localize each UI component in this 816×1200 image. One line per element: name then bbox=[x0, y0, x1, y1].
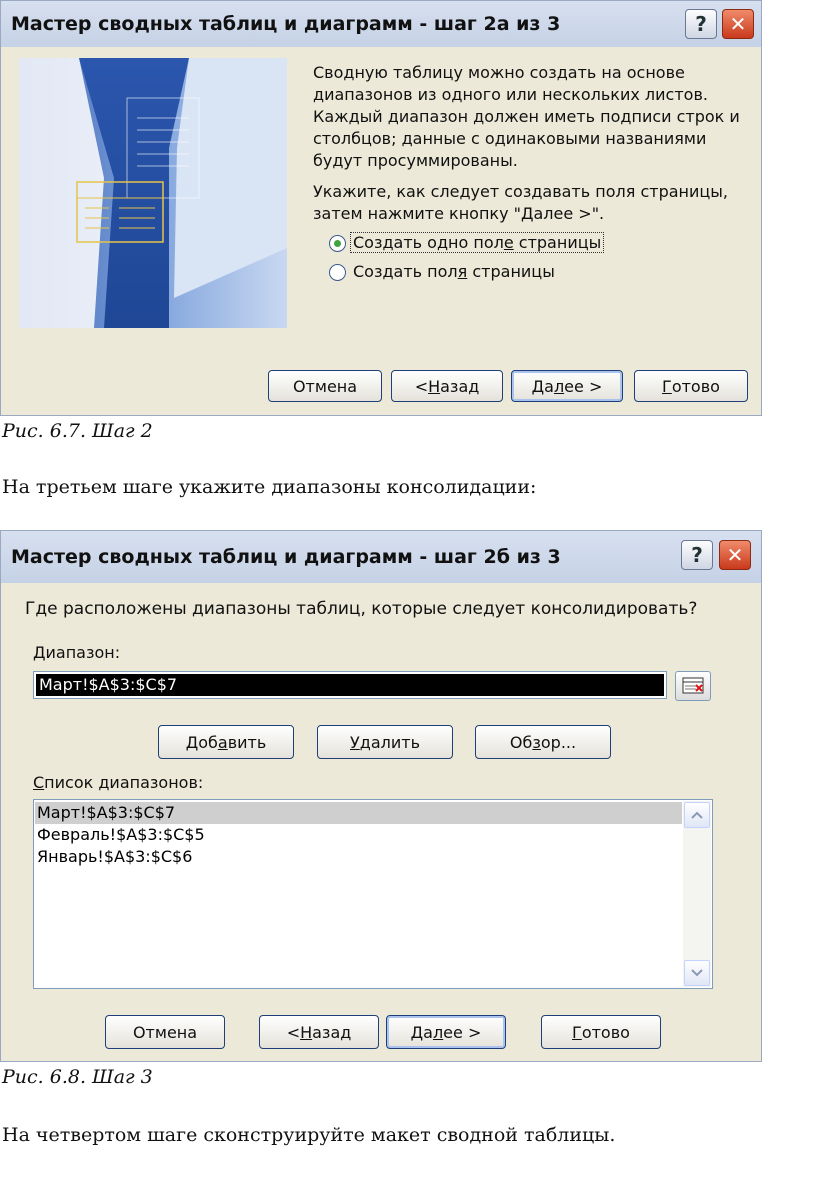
instruction-line: Укажите, как следует создавать поля стра… bbox=[313, 182, 728, 201]
cancel-button[interactable]: Отмена bbox=[268, 370, 382, 402]
description-line: будут просуммированы. bbox=[313, 151, 518, 170]
back-button[interactable]: < Назад bbox=[391, 370, 503, 402]
help-button[interactable]: ? bbox=[681, 540, 713, 570]
add-button[interactable]: Доб а вить bbox=[158, 725, 294, 759]
range-input-value: Март!$A$3:$C$7 bbox=[36, 674, 664, 696]
option-single-page-field-label[interactable]: Создать одно поле страницы bbox=[349, 232, 605, 253]
figure-caption: Рис. 6.7. Шаг 2 bbox=[2, 420, 153, 442]
next-button[interactable]: Да л ее > bbox=[511, 370, 623, 402]
cancel-button[interactable]: Отмена bbox=[105, 1015, 225, 1049]
chevron-down-icon bbox=[691, 969, 703, 977]
description-line: Каждый диапазон должен иметь подписи стр… bbox=[313, 107, 740, 126]
list-item[interactable]: Март!$A$3:$C$7 bbox=[35, 802, 682, 824]
close-icon: ✕ bbox=[726, 543, 744, 567]
dialog-title: Мастер сводных таблиц и диаграмм - шаг 2… bbox=[11, 546, 561, 568]
list-item[interactable]: Январь!$A$3:$C$6 bbox=[35, 846, 682, 868]
body-paragraph: На четвертом шаге сконструируйте макет с… bbox=[2, 1124, 616, 1146]
title-bar: Мастер сводных таблиц и диаграмм - шаг 2… bbox=[1, 1, 761, 47]
range-label: Диапазон: bbox=[33, 643, 121, 662]
close-button[interactable]: ✕ bbox=[722, 9, 754, 39]
range-list-label: Список диапазонов: bbox=[33, 773, 204, 792]
wizard-illustration bbox=[19, 58, 287, 328]
title-bar: Мастер сводных таблиц и диаграмм - шаг 2… bbox=[1, 531, 761, 583]
range-list[interactable]: Март!$A$3:$C$7 Февраль!$A$3:$C$5 Январь!… bbox=[33, 799, 713, 989]
description-line: Сводную таблицу можно создать на основе bbox=[313, 63, 685, 82]
instruction-line: затем нажмите кнопку "Далее >". bbox=[313, 204, 605, 223]
scroll-down-button[interactable] bbox=[684, 960, 710, 986]
list-scrollbar[interactable] bbox=[683, 801, 711, 987]
help-button[interactable]: ? bbox=[685, 9, 717, 39]
radio-selected-dot bbox=[334, 240, 341, 247]
body-paragraph: На третьем шаге укажите диапазоны консол… bbox=[2, 476, 537, 498]
scroll-up-button[interactable] bbox=[684, 802, 710, 828]
back-button[interactable]: < Назад bbox=[259, 1015, 379, 1049]
collapse-dialog-button[interactable] bbox=[675, 671, 711, 701]
help-icon: ? bbox=[695, 12, 707, 36]
question-text: Где расположены диапазоны таблиц, которы… bbox=[25, 599, 698, 619]
help-icon: ? bbox=[691, 543, 703, 567]
radio-multiple-page-fields[interactable] bbox=[329, 264, 346, 281]
dialog-title: Мастер сводных таблиц и диаграмм - шаг 2… bbox=[11, 13, 561, 35]
delete-button[interactable]: Удалить bbox=[317, 725, 453, 759]
option-multiple-page-fields-label[interactable]: Создать поля страницы bbox=[353, 262, 555, 281]
finish-button[interactable]: Готово bbox=[634, 370, 748, 402]
chevron-up-icon bbox=[691, 811, 703, 819]
finish-button[interactable]: Готово bbox=[541, 1015, 661, 1049]
description-line: диапазонов из одного или нескольких лист… bbox=[313, 85, 708, 104]
wizard-step-2b-dialog: Мастер сводных таблиц и диаграмм - шаг 2… bbox=[0, 530, 762, 1062]
list-item[interactable]: Февраль!$A$3:$C$5 bbox=[35, 824, 682, 846]
range-select-icon bbox=[682, 677, 704, 694]
wizard-step-2a-dialog: Мастер сводных таблиц и диаграмм - шаг 2… bbox=[0, 0, 762, 416]
figure-caption: Рис. 6.8. Шаг 3 bbox=[2, 1066, 153, 1088]
close-button[interactable]: ✕ bbox=[719, 540, 751, 570]
radio-single-page-field[interactable] bbox=[329, 235, 346, 252]
range-input[interactable]: Март!$A$3:$C$7 bbox=[33, 671, 667, 699]
close-icon: ✕ bbox=[729, 12, 747, 36]
browse-button[interactable]: Об з ор... bbox=[475, 725, 611, 759]
description-line: столбцов; данные с одинаковыми названиям… bbox=[313, 129, 707, 148]
next-button[interactable]: Да л ее > bbox=[386, 1015, 506, 1049]
